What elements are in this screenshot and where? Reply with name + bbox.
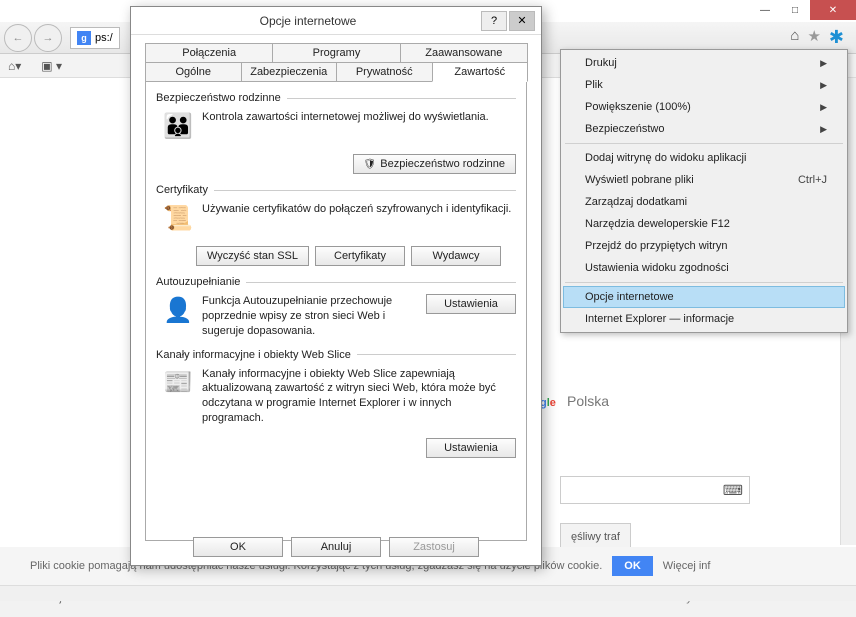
cookie-ok-button[interactable]: OK <box>612 556 653 576</box>
menu-safety[interactable]: Bezpieczeństwo▶ <box>563 118 845 140</box>
url-text: ps:/ <box>95 32 113 44</box>
country-label: Polska <box>567 393 609 409</box>
forward-button[interactable]: → <box>34 24 62 52</box>
group-family-title: Bezpieczeństwo rodzinne <box>156 92 516 104</box>
family-safety-button[interactable]: Bezpieczeństwo rodzinne <box>353 154 516 174</box>
tab-general[interactable]: Ogólne <box>145 62 242 82</box>
menu-add-site[interactable]: Dodaj witrynę do widoku aplikacji <box>563 147 845 169</box>
tab-security[interactable]: Zabezpieczenia <box>241 62 338 82</box>
tab-connections[interactable]: Połączenia <box>145 43 273 63</box>
cookie-more-link[interactable]: Więcej inf <box>663 560 711 572</box>
google-favicon-icon: g <box>77 31 91 45</box>
maximize-button[interactable]: □ <box>780 0 810 20</box>
ok-button[interactable]: OK <box>193 537 283 557</box>
group-certs-title: Certyfikaty <box>156 184 516 196</box>
apply-button[interactable]: Zastosuj <box>389 537 479 557</box>
dialog-button-row: OK Anuluj Zastosuj <box>131 537 541 557</box>
dialog-titlebar: Opcje internetowe ? ✕ <box>131 7 541 35</box>
tab-privacy[interactable]: Prywatność <box>336 62 433 82</box>
autocomplete-text: Funkcja Autouzupełnianie przechowuje pop… <box>202 294 418 339</box>
dialog-close-button[interactable]: ✕ <box>509 11 535 31</box>
menu-zoom[interactable]: Powiększenie (100%)▶ <box>563 96 845 118</box>
menu-internet-options[interactable]: Opcje internetowe <box>563 286 845 308</box>
menu-f12-tools[interactable]: Narzędzia deweloperskie F12 <box>563 213 845 235</box>
menu-separator <box>565 282 843 283</box>
keyboard-icon[interactable]: ⌨ <box>723 482 743 499</box>
certificate-icon: 📜 <box>162 202 194 234</box>
tools-gear-icon[interactable]: ✱ <box>829 27 844 48</box>
certificates-button[interactable]: Certyfikaty <box>315 246 405 266</box>
group-feeds-title: Kanały informacyjne i obiekty Web Slice <box>156 349 516 361</box>
internet-options-dialog: Opcje internetowe ? ✕ Połączenia Program… <box>130 6 542 566</box>
dialog-help-button[interactable]: ? <box>481 11 507 31</box>
google-logo: gle Polska <box>540 363 609 418</box>
menu-compat-view[interactable]: Ustawienia widoku zgodności <box>563 257 845 279</box>
favorites-star-icon[interactable]: ★ <box>807 27 820 48</box>
clear-ssl-button[interactable]: Wyczyść stan SSL <box>196 246 309 266</box>
certs-text: Używanie certyfikatów do połączeń szyfro… <box>202 202 516 217</box>
menu-pinned-sites[interactable]: Przejdź do przypiętych witryn <box>563 235 845 257</box>
search-input[interactable]: ⌨ <box>560 476 750 504</box>
tab-advanced[interactable]: Zaawansowane <box>400 43 528 63</box>
family-safety-icon: 👪 <box>162 110 194 142</box>
window-controls: — □ ✕ <box>736 0 856 22</box>
tools-menu: Drukuj▶ Plik▶ Powiększenie (100%)▶ Bezpi… <box>560 49 848 333</box>
menu-about-ie[interactable]: Internet Explorer — informacje <box>563 308 845 330</box>
dialog-tabs: Połączenia Programy Zaawansowane Ogólne … <box>131 35 541 82</box>
horizontal-scrollbar[interactable] <box>0 585 856 601</box>
menu-file[interactable]: Plik▶ <box>563 74 845 96</box>
feeds-text: Kanały informacyjne i obiekty Web Slice … <box>202 367 516 426</box>
autocomplete-icon: 👤 <box>162 294 194 326</box>
rss-dropdown-icon[interactable]: ▣ ▾ <box>41 59 62 73</box>
cancel-button[interactable]: Anuluj <box>291 537 381 557</box>
menu-manage-addons[interactable]: Zarządzaj dodatkami <box>563 191 845 213</box>
address-bar[interactable]: g ps:/ <box>70 27 120 49</box>
close-window-button[interactable]: ✕ <box>810 0 856 20</box>
family-safety-text: Kontrola zawartości internetowej możliwe… <box>202 110 516 125</box>
tab-content-panel: Bezpieczeństwo rodzinne 👪 Kontrola zawar… <box>145 81 527 541</box>
menu-separator <box>565 143 843 144</box>
home-icon[interactable]: ⌂ <box>790 27 799 48</box>
feeds-settings-button[interactable]: Ustawienia <box>426 438 516 458</box>
minimize-button[interactable]: — <box>750 0 780 20</box>
menu-view-downloads[interactable]: Wyświetl pobrane plikiCtrl+J <box>563 169 845 191</box>
tab-programs[interactable]: Programy <box>272 43 400 63</box>
feeds-icon: 📰 <box>162 367 194 399</box>
menu-print[interactable]: Drukuj▶ <box>563 52 845 74</box>
dialog-title: Opcje internetowe <box>137 14 479 28</box>
group-autocomplete-title: Autouzupełnianie <box>156 276 516 288</box>
publishers-button[interactable]: Wydawcy <box>411 246 501 266</box>
back-button[interactable]: ← <box>4 24 32 52</box>
tab-content[interactable]: Zawartość <box>432 62 529 82</box>
home-dropdown-icon[interactable]: ⌂▾ <box>8 59 21 73</box>
autocomplete-settings-button[interactable]: Ustawienia <box>426 294 516 314</box>
